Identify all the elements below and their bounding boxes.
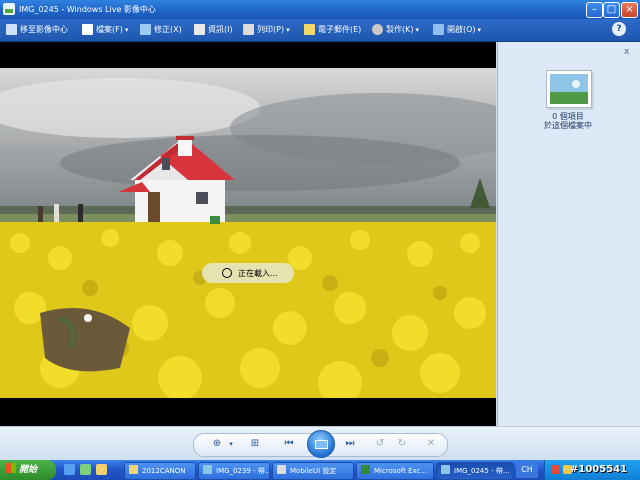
info-button[interactable]: 資訊(I) (194, 23, 233, 37)
next-icon[interactable]: ⏭ (343, 437, 357, 451)
app-icon (3, 3, 15, 15)
item-location-text: 於這個檔案中 (544, 121, 592, 130)
rotate-counterclockwise-icon[interactable]: ↺ (373, 437, 387, 451)
email-label: 電子郵件(E) (318, 25, 362, 34)
task-label: MobileUI 設定 (290, 467, 337, 475)
zoom-dropdown-icon[interactable]: ▾ (224, 437, 238, 451)
fix-label: 修正(X) (154, 25, 182, 34)
go-to-gallery-label: 移至影像中心 (20, 25, 68, 34)
windows-logo-icon (6, 463, 16, 473)
info-label: 資訊(I) (208, 25, 233, 34)
start-label: 開始 (19, 465, 38, 475)
fix-button[interactable]: 修正(X) (140, 23, 182, 37)
window-title: IMG_0245 - Windows Live 影像中心 (19, 5, 156, 14)
excel-icon (361, 465, 370, 474)
toolbar: 移至影像中心 檔案(F) ▾ 修正(X) 資訊(I) 列印(P) ▾ 電子郵件(E)… (0, 19, 640, 42)
quicklaunch-desktop-icon[interactable] (80, 464, 91, 475)
previous-icon[interactable]: ⏮ (282, 437, 296, 451)
email-button[interactable]: 電子郵件(E) (304, 23, 361, 37)
actual-size-icon[interactable]: ⊞ (248, 437, 262, 451)
printer-icon (243, 24, 254, 35)
make-menu[interactable]: 製作(K) ▾ (372, 23, 419, 37)
pane-close-icon[interactable]: x (624, 47, 629, 57)
info-pane: x 0 個項目 於這個檔案中 (497, 42, 640, 426)
task-label: IMG_0245 - 帶... (454, 467, 510, 475)
title-bar: IMG_0245 - Windows Live 影像中心 – □ × (0, 0, 640, 19)
close-button[interactable]: × (621, 2, 638, 18)
tray-icon[interactable] (551, 465, 560, 474)
taskbar-task[interactable]: IMG_0239 - 帶... (198, 462, 270, 480)
folder-icon (129, 465, 138, 474)
landscape-icon (550, 74, 588, 104)
loading-indicator: 正在載入... (202, 263, 294, 283)
taskbar-task[interactable]: Microsoft Exc... (356, 462, 434, 480)
film-icon (372, 24, 383, 35)
print-menu[interactable]: 列印(P) ▾ (243, 23, 290, 37)
task-label: 2012CANON (142, 467, 186, 475)
print-label: 列印(P) (257, 25, 285, 34)
file-menu[interactable]: 檔案(F) ▾ (82, 23, 128, 37)
task-label: IMG_0239 - 帶... (216, 467, 270, 475)
open-icon (433, 24, 444, 35)
taskbar-task-active[interactable]: IMG_0245 - 帶... (436, 462, 514, 480)
language-indicator[interactable]: CH (516, 462, 538, 478)
zoom-icon[interactable]: ⊕ (210, 437, 224, 451)
slideshow-icon[interactable] (307, 430, 335, 458)
rotate-clockwise-icon[interactable]: ↻ (395, 437, 409, 451)
watermark-text: #1005541 (570, 464, 628, 475)
help-icon[interactable]: ? (612, 22, 626, 36)
go-to-gallery-button[interactable]: 移至影像中心 (6, 23, 68, 37)
file-icon (82, 24, 93, 35)
tag-icon (194, 24, 205, 35)
minimize-button[interactable]: – (586, 2, 603, 18)
photo-viewer[interactable]: 正在載入... (0, 42, 496, 426)
photo-gallery-icon (441, 465, 450, 474)
quicklaunch-ie-icon[interactable] (64, 464, 75, 475)
file-menu-label: 檔案(F) (96, 25, 123, 34)
start-button[interactable]: 開始 (0, 460, 56, 480)
taskbar-task[interactable]: MobileUI 設定 (272, 462, 354, 480)
taskbar-task[interactable]: 2012CANON (124, 462, 196, 480)
open-menu[interactable]: 開啟(O) ▾ (433, 23, 481, 37)
taskbar: 開始 2012CANON IMG_0239 - 帶... MobileUI 設定… (0, 460, 640, 480)
delete-icon[interactable]: ✕ (424, 437, 438, 451)
loading-text: 正在載入... (238, 269, 278, 278)
control-bar: ⊕ ▾ ⊞ ⏮ ⏭ ↺ ↻ ✕ (0, 426, 640, 461)
photo-image (0, 68, 496, 398)
clock-icon (222, 268, 232, 278)
email-icon (304, 24, 315, 35)
settings-icon (277, 465, 286, 474)
photo-gallery-icon (203, 465, 212, 474)
thumbnail (546, 70, 592, 108)
fix-icon (140, 24, 151, 35)
task-label: Microsoft Exc... (374, 467, 428, 475)
gallery-icon (6, 24, 17, 35)
open-label: 開啟(O) (447, 25, 476, 34)
quicklaunch-media-icon[interactable] (96, 464, 107, 475)
maximize-button[interactable]: □ (603, 2, 620, 18)
make-label: 製作(K) (386, 25, 414, 34)
